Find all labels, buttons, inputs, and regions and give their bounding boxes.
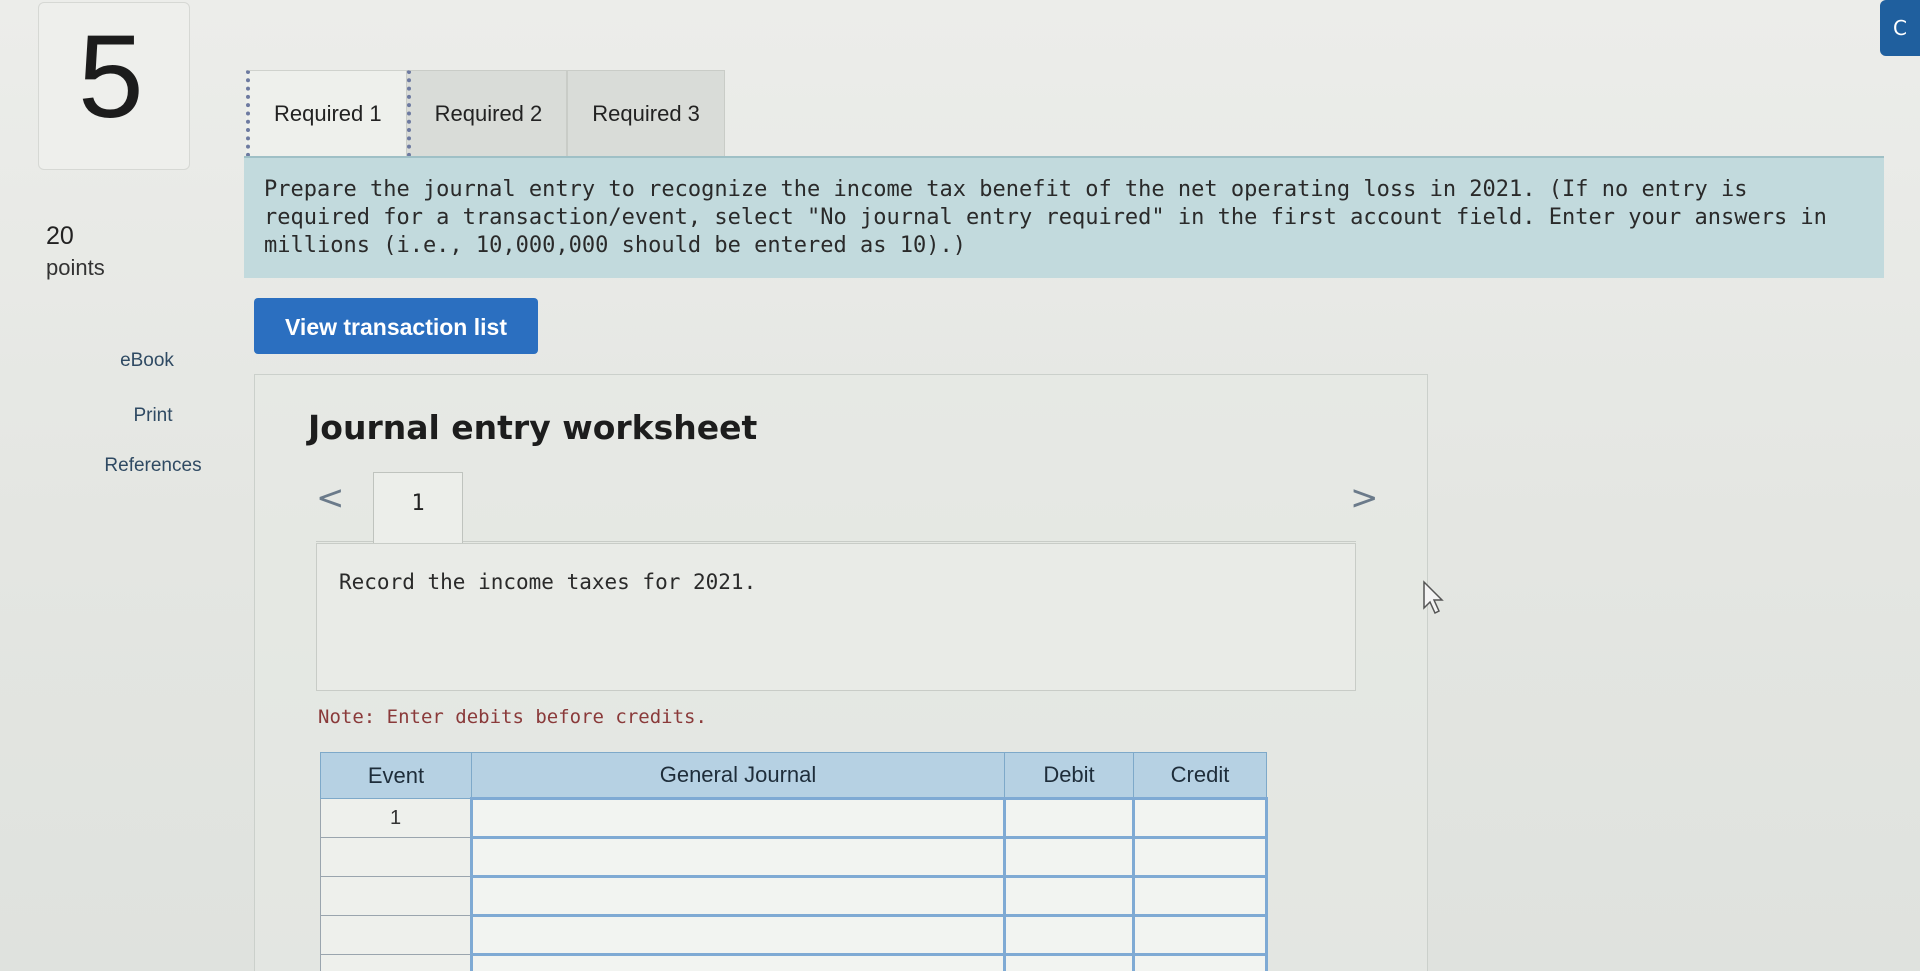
credit-input[interactable] bbox=[1132, 875, 1268, 917]
debit-input[interactable] bbox=[1003, 914, 1135, 956]
instruction-banner: Prepare the journal entry to recognize t… bbox=[244, 156, 1884, 278]
debit-input[interactable] bbox=[1003, 875, 1135, 917]
account-select[interactable] bbox=[470, 797, 1006, 839]
mouse-pointer-icon bbox=[1423, 580, 1444, 615]
record-instruction-box: Record the income taxes for 2021. bbox=[316, 543, 1356, 691]
chevron-right-icon[interactable]: > bbox=[1350, 478, 1379, 518]
references-link[interactable]: References bbox=[78, 455, 228, 477]
general-journal-table: Event General Journal Debit Credit 1 bbox=[320, 752, 1268, 971]
worksheet-nav-divider bbox=[316, 541, 1356, 542]
event-cell bbox=[320, 876, 472, 916]
column-header-credit: Credit bbox=[1133, 752, 1267, 799]
debit-input[interactable] bbox=[1003, 797, 1135, 839]
account-select[interactable] bbox=[470, 953, 1006, 971]
table-row bbox=[320, 953, 1268, 971]
points-value: 20 bbox=[46, 222, 74, 250]
required-tabs: Required 1 Required 2 Required 3 bbox=[246, 70, 725, 159]
table-row bbox=[320, 875, 1268, 917]
points-label: points bbox=[46, 255, 105, 280]
credit-input[interactable] bbox=[1132, 953, 1268, 971]
print-link[interactable]: Print bbox=[78, 405, 228, 427]
ebook-link[interactable]: eBook bbox=[72, 350, 222, 372]
worksheet-title: Journal entry worksheet bbox=[308, 408, 758, 447]
table-row bbox=[320, 914, 1268, 956]
debit-input[interactable] bbox=[1003, 836, 1135, 878]
tab-required-2[interactable]: Required 2 bbox=[406, 70, 568, 157]
account-select[interactable] bbox=[470, 836, 1006, 878]
column-header-event: Event bbox=[320, 752, 472, 799]
credit-input[interactable] bbox=[1132, 836, 1268, 878]
account-select[interactable] bbox=[470, 914, 1006, 956]
worksheet-tab-1[interactable]: 1 bbox=[373, 472, 463, 545]
debit-input[interactable] bbox=[1003, 953, 1135, 971]
record-instruction-text: Record the income taxes for 2021. bbox=[339, 570, 757, 594]
corner-button[interactable]: C bbox=[1880, 0, 1920, 56]
event-cell bbox=[320, 837, 472, 877]
column-header-debit: Debit bbox=[1004, 752, 1134, 799]
event-cell bbox=[320, 954, 472, 971]
event-cell: 1 bbox=[320, 798, 472, 838]
debit-credit-note: Note: Enter debits before credits. bbox=[318, 706, 707, 728]
account-select[interactable] bbox=[470, 875, 1006, 917]
event-cell bbox=[320, 915, 472, 955]
view-transaction-list-button[interactable]: View transaction list bbox=[254, 298, 538, 354]
chevron-left-icon[interactable]: < bbox=[316, 478, 345, 518]
table-row: 1 bbox=[320, 797, 1268, 839]
credit-input[interactable] bbox=[1132, 797, 1268, 839]
column-header-general-journal: General Journal bbox=[471, 752, 1005, 799]
question-number: 5 bbox=[78, 11, 144, 143]
instruction-text: Prepare the journal entry to recognize t… bbox=[264, 177, 1827, 258]
tab-required-3[interactable]: Required 3 bbox=[567, 70, 725, 157]
tab-required-1[interactable]: Required 1 bbox=[246, 70, 407, 159]
table-row bbox=[320, 836, 1268, 878]
credit-input[interactable] bbox=[1132, 914, 1268, 956]
page: 5 20 points eBook Print References C Req… bbox=[0, 0, 1920, 971]
